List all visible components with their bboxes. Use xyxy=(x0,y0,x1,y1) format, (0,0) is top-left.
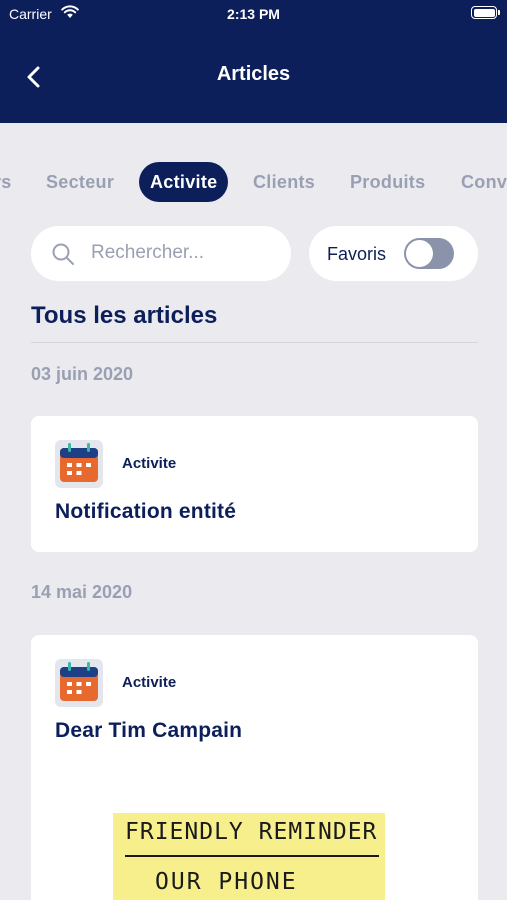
search-bar xyxy=(31,226,291,281)
tab-activite[interactable]: Activite xyxy=(139,162,229,202)
calendar-icon xyxy=(55,440,103,488)
battery-icon xyxy=(471,6,500,19)
status-bar: Carrier 2:13 PM xyxy=(0,0,507,28)
search-input[interactable] xyxy=(91,236,276,270)
article-image: FRIENDLY REMINDER OUR PHONE xyxy=(113,813,385,900)
category-label: Activite xyxy=(122,674,177,691)
tab-secteur[interactable]: Secteur xyxy=(46,162,114,202)
tab-clients[interactable]: Clients xyxy=(253,162,315,202)
article-card[interactable]: Activite Dear Tim Campain FRIENDLY REMIN… xyxy=(31,635,478,900)
favoris-toggle[interactable] xyxy=(404,238,454,269)
search-icon xyxy=(52,243,74,265)
image-text-line: OUR PHONE xyxy=(155,869,298,895)
category-tabs: rs Secteur Activite Clients Produits Con… xyxy=(0,160,507,204)
clock: 2:13 PM xyxy=(227,6,280,22)
category-label: Activite xyxy=(122,455,177,472)
date-header: 14 mai 2020 xyxy=(31,582,133,602)
favoris-filter: Favoris xyxy=(309,226,478,281)
page-title: Articles xyxy=(216,63,291,85)
date-header: 03 juin 2020 xyxy=(31,364,134,384)
calendar-icon xyxy=(55,659,103,707)
article-title: Notification entité xyxy=(55,500,237,523)
toggle-knob xyxy=(406,240,433,267)
image-underline xyxy=(125,855,379,857)
article-title: Dear Tim Campain xyxy=(55,719,243,742)
section-divider xyxy=(31,342,478,343)
section-title: Tous les articles xyxy=(31,302,218,329)
tab-conv[interactable]: Conv xyxy=(461,162,507,202)
image-text-line: FRIENDLY REMINDER xyxy=(125,819,378,845)
tab-produits[interactable]: Produits xyxy=(350,162,425,202)
article-card[interactable]: Activite Notification entité xyxy=(31,416,478,552)
nav-bar: Carrier 2:13 PM Articles xyxy=(0,0,507,123)
tab-partial-left[interactable]: rs xyxy=(0,162,12,202)
favoris-label: Favoris xyxy=(327,244,387,264)
